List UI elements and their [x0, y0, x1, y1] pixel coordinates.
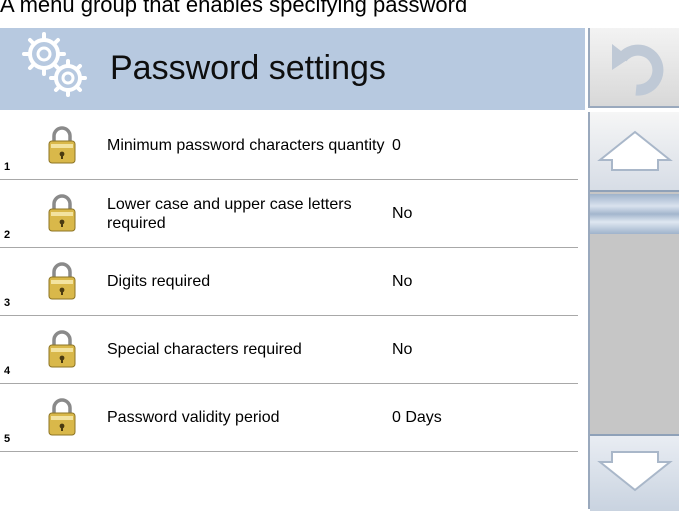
row-number: 2 [4, 229, 11, 241]
padlock-icon [48, 194, 76, 232]
list-item[interactable]: 5 Password validity period 0 Days [0, 384, 578, 452]
scroll-thumb[interactable] [590, 194, 679, 234]
list-item[interactable]: 3 Digits required No [0, 248, 578, 316]
row-value: No [392, 204, 413, 222]
row-label: Password validity period [107, 409, 280, 426]
caption-text: A menu group that enables specifying pas… [0, 0, 468, 17]
undo-button[interactable] [588, 28, 679, 108]
row-number: 4 [4, 365, 11, 377]
row-value: 0 [392, 136, 401, 154]
row-number: 3 [4, 297, 11, 309]
padlock-icon [48, 398, 76, 436]
padlock-icon [48, 262, 76, 300]
page-title: Password settings [110, 49, 386, 87]
list-item[interactable]: 1 Minimum password characters quantity 0 [0, 112, 578, 180]
arrow-up-icon [597, 130, 673, 171]
row-label: Minimum password characters quantity [107, 137, 385, 154]
row-label: Special characters required [107, 341, 302, 358]
scroll-down-button[interactable] [590, 434, 679, 511]
row-value: No [392, 272, 413, 290]
row-label: Lower case and upper case letters requir… [107, 195, 352, 232]
scrollbar[interactable] [588, 112, 679, 511]
padlock-icon [48, 126, 76, 164]
arrow-down-icon [597, 451, 673, 492]
gears-icon [20, 30, 92, 102]
scroll-up-button[interactable] [590, 112, 679, 192]
row-number: 5 [4, 433, 11, 445]
row-number: 1 [4, 161, 11, 173]
row-label: Digits required [107, 273, 211, 290]
list-item[interactable]: 2 Lower case and upper case letters requ… [0, 180, 578, 248]
undo-arrow-icon [612, 44, 664, 96]
header-bar: Password settings [0, 28, 585, 110]
padlock-icon [48, 330, 76, 368]
row-value: 0 Days [392, 408, 442, 426]
list-item[interactable]: 4 Special characters required No [0, 316, 578, 384]
row-value: No [392, 340, 413, 358]
